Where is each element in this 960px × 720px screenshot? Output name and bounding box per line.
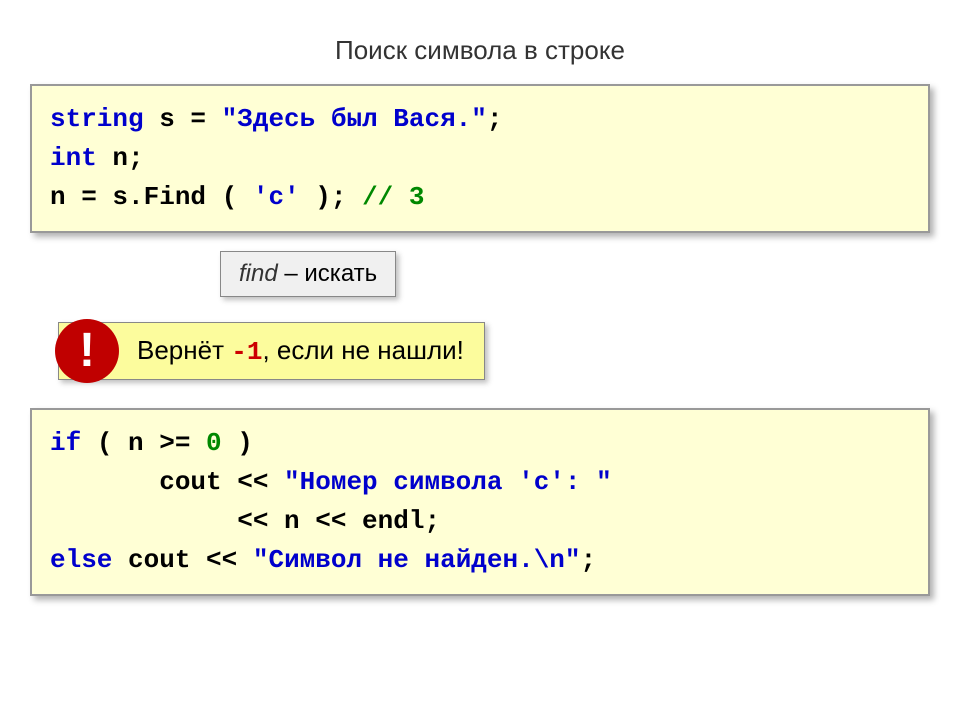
page-title: Поиск символа в строке bbox=[30, 35, 930, 66]
code-line: << n << endl; bbox=[50, 502, 910, 541]
code-line: else cout << "Символ не найден.\n"; bbox=[50, 541, 910, 580]
code-text: cout << bbox=[50, 467, 284, 497]
alert-text: Вернёт bbox=[137, 335, 231, 365]
keyword-string: string bbox=[50, 104, 144, 134]
code-text: ( n >= bbox=[81, 428, 206, 458]
string-literal: "Номер символа 'c': " bbox=[284, 467, 612, 497]
code-line: int n; bbox=[50, 139, 910, 178]
comment: // 3 bbox=[362, 182, 424, 212]
string-literal: "Здесь был Вася." bbox=[222, 104, 487, 134]
code-text: cout << bbox=[112, 545, 252, 575]
keyword-if: if bbox=[50, 428, 81, 458]
code-text: n = s.Find ( bbox=[50, 182, 253, 212]
code-text: n; bbox=[97, 143, 144, 173]
alert-text: , если не нашли! bbox=[262, 335, 463, 365]
note-keyword: find bbox=[239, 260, 278, 287]
char-literal: 'с' bbox=[253, 182, 300, 212]
string-literal: "Символ не найден.\n" bbox=[253, 545, 581, 575]
alert-box: ! Вернёт -1, если не нашли! bbox=[58, 322, 485, 380]
keyword-else: else bbox=[50, 545, 112, 575]
code-text: ; bbox=[581, 545, 597, 575]
note-text: – искать bbox=[278, 260, 377, 287]
code-line: n = s.Find ( 'с' ); // 3 bbox=[50, 178, 910, 217]
code-block-1: string s = "Здесь был Вася."; int n; n =… bbox=[30, 84, 930, 233]
code-text: ; bbox=[487, 104, 503, 134]
code-line: string s = "Здесь был Вася."; bbox=[50, 100, 910, 139]
alert-icon: ! bbox=[55, 319, 119, 383]
code-block-2: if ( n >= 0 ) cout << "Номер символа 'c'… bbox=[30, 408, 930, 596]
note-box: find – искать bbox=[220, 251, 396, 297]
code-text: ) bbox=[222, 428, 253, 458]
keyword-int: int bbox=[50, 143, 97, 173]
alert-wrapper: ! Вернёт -1, если не нашли! bbox=[58, 322, 930, 380]
number-zero: 0 bbox=[206, 428, 222, 458]
code-text: s = bbox=[144, 104, 222, 134]
code-line: cout << "Номер символа 'c': " bbox=[50, 463, 910, 502]
code-text: << n << endl; bbox=[50, 506, 440, 536]
code-text: ); bbox=[300, 182, 362, 212]
alert-value: -1 bbox=[231, 337, 262, 367]
code-line: if ( n >= 0 ) bbox=[50, 424, 910, 463]
